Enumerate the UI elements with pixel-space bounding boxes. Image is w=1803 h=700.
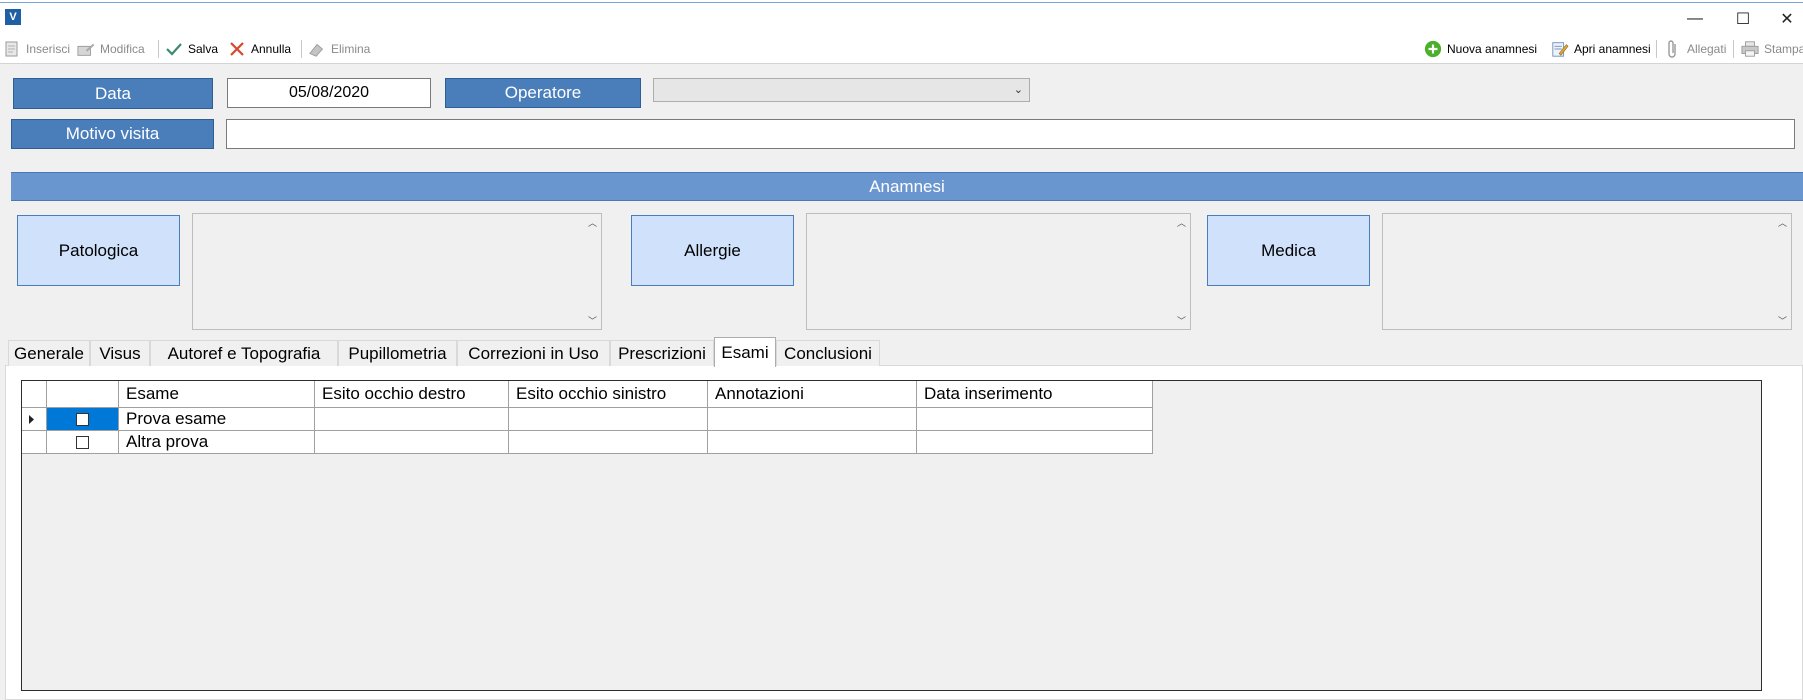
check-icon bbox=[165, 40, 183, 58]
cell-esito-sinistro[interactable] bbox=[509, 431, 708, 454]
grid-corner bbox=[22, 381, 47, 408]
scroll-up-icon: ︿ bbox=[1778, 218, 1788, 228]
maximize-button[interactable]: ☐ bbox=[1723, 6, 1763, 32]
row-checkbox-cell[interactable] bbox=[47, 408, 119, 431]
document-edit-icon bbox=[1551, 40, 1569, 58]
insert-label: Inserisci bbox=[26, 42, 71, 56]
chevron-down-icon: ⌄ bbox=[1013, 84, 1023, 96]
checkbox[interactable] bbox=[76, 435, 89, 449]
anamnesi-header: Anamnesi bbox=[11, 172, 1803, 201]
cell-annotazioni[interactable] bbox=[708, 408, 917, 431]
medica-text[interactable]: ︿ ﹀ bbox=[1382, 213, 1792, 330]
tab-conclusioni[interactable]: Conclusioni bbox=[776, 340, 880, 366]
patologica-text[interactable]: ︿ ﹀ bbox=[192, 213, 602, 330]
new-anamnesis-button[interactable]: Nuova anamnesi bbox=[1424, 38, 1537, 60]
attachments-label: Allegati bbox=[1687, 42, 1727, 56]
patologica-button[interactable]: Patologica bbox=[17, 215, 180, 286]
delete-label: Elimina bbox=[331, 42, 371, 56]
column-header-esito-sinistro[interactable]: Esito occhio sinistro bbox=[509, 381, 708, 408]
tab-esami[interactable]: Esami bbox=[714, 337, 776, 367]
allergie-text[interactable]: ︿ ﹀ bbox=[806, 213, 1191, 330]
toolbar-separator bbox=[301, 40, 302, 58]
toolbar-separator bbox=[1733, 40, 1734, 58]
current-row-icon bbox=[29, 415, 34, 424]
tab-generale[interactable]: Generale bbox=[8, 340, 90, 366]
row-checkbox-cell[interactable] bbox=[47, 431, 119, 454]
tab-pupillometria[interactable]: Pupillometria bbox=[338, 340, 457, 366]
column-header-check[interactable] bbox=[47, 381, 119, 408]
toolbar-separator bbox=[158, 40, 159, 58]
print-button[interactable]: Stampa bbox=[1741, 38, 1803, 60]
tab-autoref-topografia[interactable]: Autoref e Topografia bbox=[150, 340, 338, 366]
edit-icon bbox=[77, 40, 95, 58]
paperclip-icon bbox=[1664, 40, 1682, 58]
cell-data-inserimento[interactable] bbox=[917, 431, 1153, 454]
scrollbar[interactable]: ︿ ﹀ bbox=[584, 214, 601, 329]
toolbar: Inserisci Modifica Salva Annulla Elimina… bbox=[0, 33, 1803, 64]
tab-correzioni-in-uso[interactable]: Correzioni in Uso bbox=[457, 340, 610, 366]
motivo-visita-label: Motivo visita bbox=[11, 119, 214, 149]
motivo-visita-field[interactable] bbox=[226, 119, 1795, 149]
cancel-button[interactable]: Annulla bbox=[228, 38, 291, 60]
printer-icon bbox=[1741, 40, 1759, 58]
minimize-button[interactable]: — bbox=[1675, 6, 1715, 32]
scroll-up-icon: ︿ bbox=[1177, 218, 1187, 228]
print-label: Stampa bbox=[1764, 42, 1803, 56]
tab-visus[interactable]: Visus bbox=[90, 340, 150, 366]
tab-prescrizioni[interactable]: Prescrizioni bbox=[610, 340, 714, 366]
delete-button[interactable]: Elimina bbox=[308, 38, 370, 60]
attachments-button[interactable]: Allegati bbox=[1664, 38, 1726, 60]
cancel-icon bbox=[228, 40, 246, 58]
title-bar: V — ☐ ✕ bbox=[0, 3, 1803, 33]
esami-grid[interactable]: Esame Esito occhio destro Esito occhio s… bbox=[21, 380, 1762, 691]
close-button[interactable]: ✕ bbox=[1771, 6, 1803, 32]
data-label: Data bbox=[13, 78, 213, 109]
save-button[interactable]: Salva bbox=[165, 38, 218, 60]
insert-icon bbox=[3, 40, 21, 58]
scroll-down-icon: ﹀ bbox=[588, 316, 598, 326]
eraser-icon bbox=[308, 40, 326, 58]
operatore-select[interactable]: ⌄ bbox=[653, 78, 1030, 102]
row-header[interactable] bbox=[22, 431, 47, 454]
column-header-annotazioni[interactable]: Annotazioni bbox=[708, 381, 917, 408]
open-anamnesis-button[interactable]: Apri anamnesi bbox=[1551, 38, 1651, 60]
new-anamnesis-label: Nuova anamnesi bbox=[1447, 42, 1538, 56]
cell-esito-destro[interactable] bbox=[315, 408, 509, 431]
medica-button[interactable]: Medica bbox=[1207, 215, 1370, 286]
save-label: Salva bbox=[188, 42, 219, 56]
scroll-down-icon: ﹀ bbox=[1778, 316, 1788, 326]
scrollbar[interactable]: ︿ ﹀ bbox=[1774, 214, 1791, 329]
edit-label: Modifica bbox=[100, 42, 145, 56]
column-header-data-inserimento[interactable]: Data inserimento bbox=[917, 381, 1153, 408]
cell-esame[interactable]: Prova esame bbox=[119, 408, 315, 431]
column-header-esito-destro[interactable]: Esito occhio destro bbox=[315, 381, 509, 408]
plus-circle-icon bbox=[1424, 40, 1442, 58]
cell-esito-destro[interactable] bbox=[315, 431, 509, 454]
cell-annotazioni[interactable] bbox=[708, 431, 917, 454]
scroll-up-icon: ︿ bbox=[588, 218, 598, 228]
open-anamnesis-label: Apri anamnesi bbox=[1574, 42, 1651, 56]
insert-button[interactable]: Inserisci bbox=[3, 38, 70, 60]
edit-button[interactable]: Modifica bbox=[77, 38, 145, 60]
data-field[interactable]: 05/08/2020 bbox=[227, 78, 431, 108]
app-icon: V bbox=[5, 9, 21, 25]
scrollbar[interactable]: ︿ ﹀ bbox=[1173, 214, 1190, 329]
scroll-down-icon: ﹀ bbox=[1177, 316, 1187, 326]
allergie-button[interactable]: Allergie bbox=[631, 215, 794, 286]
toolbar-separator bbox=[1656, 40, 1657, 58]
cell-esame[interactable]: Altra prova bbox=[119, 431, 315, 454]
column-header-esame[interactable]: Esame bbox=[119, 381, 315, 408]
cancel-label: Annulla bbox=[251, 42, 292, 56]
cell-esito-sinistro[interactable] bbox=[509, 408, 708, 431]
row-header[interactable] bbox=[22, 408, 47, 431]
checkbox[interactable] bbox=[76, 412, 89, 426]
cell-data-inserimento[interactable] bbox=[917, 408, 1153, 431]
operatore-label: Operatore bbox=[445, 78, 641, 108]
